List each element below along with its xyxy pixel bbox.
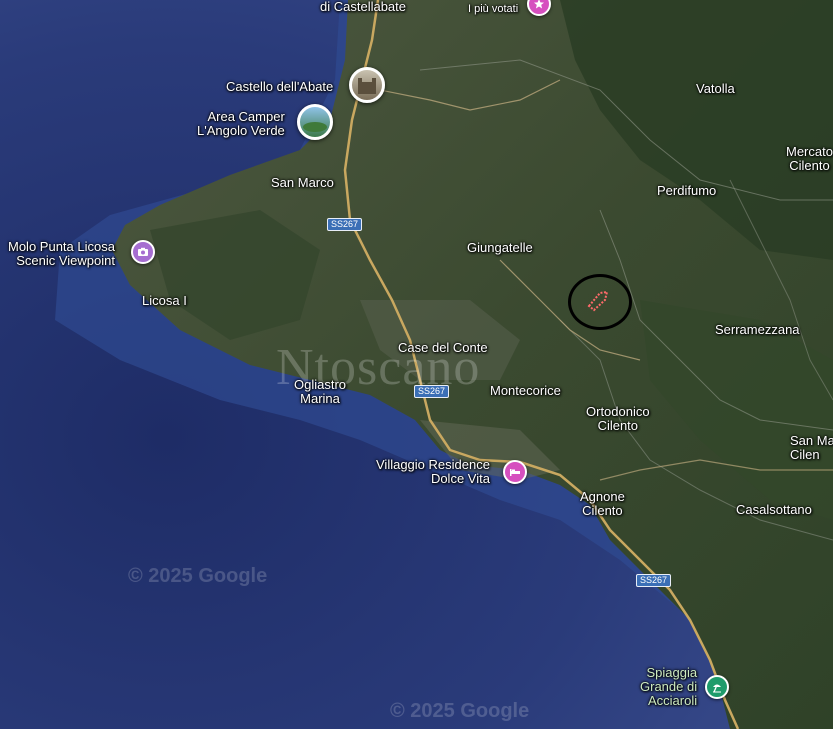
place-label-camper[interactable]: Area Camper L'Angolo Verde — [197, 110, 285, 138]
place-label-casalsottano[interactable]: Casalsottano — [736, 503, 812, 517]
road-shield-ss267: SS267 — [414, 385, 450, 398]
camper-label-line1: Area Camper — [207, 109, 285, 124]
place-label-ortodonico[interactable]: Ortodonico Cilento — [586, 405, 650, 433]
parcel-highlight-circle — [568, 274, 632, 330]
place-label-villaggio[interactable]: Villaggio Residence Dolce Vita — [376, 458, 490, 486]
place-label-serramezzana[interactable]: Serramezzana — [715, 323, 800, 337]
place-label-san-marco[interactable]: San Marco — [271, 176, 334, 190]
agnone-label-line2: Cilento — [582, 503, 623, 518]
google-watermark: © 2025 Google — [390, 700, 530, 722]
place-label-molo[interactable]: Molo Punta Licosa Scenic Viewpoint — [8, 240, 115, 268]
camper-photo-icon[interactable] — [297, 104, 333, 140]
spiaggia-label-line2: Grande di — [640, 679, 698, 694]
san-ma-label-line1: San Ma — [790, 433, 833, 448]
spiaggia-label-line3: Acciaroli — [647, 693, 698, 708]
bed-icon[interactable] — [503, 460, 527, 484]
ortodonico-label-line1: Ortodonico — [586, 404, 650, 419]
camper-label-line2: L'Angolo Verde — [197, 123, 285, 138]
spiaggia-label-line1: Spiaggia — [646, 665, 698, 680]
castle-photo-icon[interactable] — [349, 67, 385, 103]
place-label-giungatelle[interactable]: Giungatelle — [467, 241, 533, 255]
ortodonico-label-line2: Cilento — [597, 418, 639, 433]
place-label-ogliastro[interactable]: Ogliastro Marina — [294, 378, 346, 406]
place-label-licosa[interactable]: Licosa I — [142, 294, 187, 308]
place-label-castellabate[interactable]: di Castellabate — [320, 0, 406, 14]
place-label-agnone[interactable]: Agnone Cilento — [580, 490, 625, 518]
beach-icon[interactable] — [705, 675, 729, 699]
place-label-vatolla[interactable]: Vatolla — [696, 82, 735, 96]
molo-label-line1: Molo Punta Licosa — [8, 239, 115, 254]
place-label-castello[interactable]: Castello dell'Abate — [226, 80, 333, 94]
camera-icon[interactable] — [131, 240, 155, 264]
ogliastro-label-line1: Ogliastro — [294, 377, 347, 392]
mercato-label-line1: Mercato — [786, 144, 833, 159]
place-label-perdifumo[interactable]: Perdifumo — [657, 184, 716, 198]
satellite-map[interactable]: © 2025 Google © 2025 Google Ntoscano SS2… — [0, 0, 833, 729]
place-label-case-del-conte[interactable]: Case del Conte — [398, 341, 488, 355]
place-label-spiaggia[interactable]: Spiaggia Grande di Acciaroli — [640, 666, 697, 708]
mercato-label-line2: Cilento — [789, 158, 830, 173]
ogliastro-label-line2: Marina — [300, 391, 340, 406]
road-shield-ss267: SS267 — [327, 218, 363, 231]
agnone-label-line1: Agnone — [580, 489, 625, 504]
villaggio-label-line2: Dolce Vita — [430, 471, 490, 486]
road-shield-ss267: SS267 — [636, 574, 672, 587]
villaggio-label-line1: Villaggio Residence — [376, 457, 490, 472]
place-label-mercato[interactable]: Mercato Cilento — [786, 145, 833, 173]
google-watermark: © 2025 Google — [128, 565, 268, 587]
san-ma-label-line2: Cilen — [790, 447, 820, 462]
place-label-montecorice[interactable]: Montecorice — [490, 384, 561, 398]
molo-label-line2: Scenic Viewpoint — [16, 253, 115, 268]
place-label-top-rated[interactable]: I più votati — [468, 2, 518, 16]
place-label-san-ma[interactable]: San Ma Cilen — [790, 434, 833, 462]
